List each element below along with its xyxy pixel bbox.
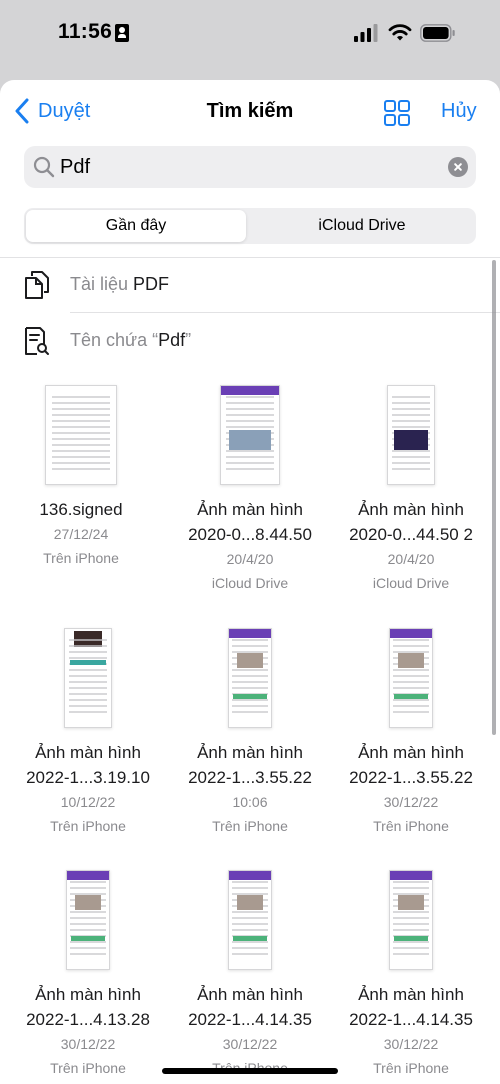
file-thumbnail bbox=[387, 385, 435, 485]
file-thumbnail bbox=[45, 385, 117, 485]
suggestion-keyword: Pdf bbox=[158, 330, 186, 350]
document-search-icon bbox=[25, 327, 49, 355]
home-indicator[interactable] bbox=[162, 1068, 338, 1074]
file-location: Trên iPhone bbox=[373, 1060, 449, 1076]
search-input[interactable] bbox=[60, 150, 430, 184]
status-bar: 11:56 bbox=[0, 0, 500, 70]
suggestion-name-contains[interactable]: Tên chứa “Pdf” bbox=[0, 314, 500, 368]
file-name: Ảnh màn hình bbox=[197, 985, 303, 1004]
clear-search-icon[interactable] bbox=[448, 157, 468, 177]
contact-card-icon bbox=[115, 24, 129, 42]
scrollbar[interactable] bbox=[492, 260, 496, 735]
navigation-bar: Duyệt Tìm kiếm Hủy bbox=[0, 80, 500, 144]
file-date: 30/12/22 bbox=[383, 794, 439, 810]
back-label: Duyệt bbox=[38, 99, 91, 122]
file-thumbnail bbox=[389, 870, 433, 970]
search-sheet: Duyệt Tìm kiếm Hủy Gần đây iCloud Drive … bbox=[0, 80, 500, 1084]
file-name: 136.signed bbox=[39, 500, 123, 519]
suggestion-suffix: ” bbox=[185, 330, 192, 350]
file-name-line2: 2022-1...3.19.10 bbox=[26, 768, 150, 787]
file-item[interactable]: Ảnh màn hình 2020-0...8.44.50 20/4/20 iC… bbox=[169, 385, 331, 595]
file-location: Trên iPhone bbox=[50, 1060, 126, 1076]
file-item[interactable]: Ảnh màn hình 2022-1...3.55.22 30/12/22 T… bbox=[330, 628, 492, 838]
file-date: 27/12/24 bbox=[53, 526, 109, 542]
file-location: iCloud Drive bbox=[211, 575, 289, 591]
file-date: 10:06 bbox=[232, 794, 268, 810]
file-thumbnail bbox=[389, 628, 433, 728]
file-location: Trên iPhone bbox=[212, 818, 288, 834]
file-name: Ảnh màn hình bbox=[358, 985, 464, 1004]
scope-segmented-control: Gần đây iCloud Drive bbox=[24, 208, 476, 244]
file-location: Trên iPhone bbox=[373, 818, 449, 834]
cancel-button[interactable]: Hủy bbox=[441, 100, 477, 123]
grid-view-icon[interactable] bbox=[384, 100, 410, 126]
file-thumbnail bbox=[220, 385, 280, 485]
suggestion-prefix: Tài liệu bbox=[70, 274, 134, 294]
file-item[interactable]: 136.signed 27/12/24 Trên iPhone bbox=[0, 385, 162, 570]
file-name-line2: 2022-1...4.14.35 bbox=[349, 1010, 473, 1029]
file-item[interactable]: Ảnh màn hình 2022-1...4.14.35 30/12/22 T… bbox=[169, 870, 331, 1080]
file-date: 20/4/20 bbox=[387, 551, 435, 567]
battery-icon bbox=[420, 24, 455, 42]
file-thumbnail bbox=[228, 628, 272, 728]
chevron-left-icon bbox=[15, 98, 29, 124]
file-item[interactable]: Ảnh màn hình 2022-1...4.13.28 30/12/22 T… bbox=[7, 870, 169, 1080]
file-location: Trên iPhone bbox=[43, 550, 119, 566]
file-item[interactable]: Ảnh màn hình 2020-0...44.50 2 20/4/20 iC… bbox=[330, 385, 492, 595]
file-name: Ảnh màn hình bbox=[35, 743, 141, 762]
file-name: Ảnh màn hình bbox=[358, 743, 464, 762]
segment-recent[interactable]: Gần đây bbox=[26, 210, 246, 242]
file-date: 30/12/22 bbox=[222, 1036, 278, 1052]
file-location: Trên iPhone bbox=[50, 818, 126, 834]
file-name: Ảnh màn hình bbox=[35, 985, 141, 1004]
file-location: iCloud Drive bbox=[372, 575, 450, 591]
suggestion-keyword: PDF bbox=[133, 274, 170, 294]
divider bbox=[70, 312, 500, 313]
file-name-line2: 2020-0...44.50 2 bbox=[349, 525, 473, 544]
segment-icloud-drive[interactable]: iCloud Drive bbox=[250, 210, 474, 242]
file-date: 10/12/22 bbox=[60, 794, 116, 810]
file-name-line2: 2020-0...8.44.50 bbox=[188, 525, 312, 544]
file-date: 30/12/22 bbox=[60, 1036, 116, 1052]
file-thumbnail bbox=[64, 628, 112, 728]
status-time: 11:56 bbox=[58, 20, 113, 43]
file-date: 30/12/22 bbox=[383, 1036, 439, 1052]
suggestion-pdf-documents[interactable]: Tài liệu PDF bbox=[0, 258, 500, 312]
file-name-line2: 2022-1...4.14.35 bbox=[188, 1010, 312, 1029]
back-button[interactable]: Duyệt bbox=[14, 98, 90, 124]
file-item[interactable]: Ảnh màn hình 2022-1...4.14.35 30/12/22 T… bbox=[330, 870, 492, 1080]
documents-icon bbox=[25, 271, 49, 299]
cellular-signal-icon bbox=[354, 24, 378, 42]
file-date: 20/4/20 bbox=[226, 551, 274, 567]
file-item[interactable]: Ảnh màn hình 2022-1...3.55.22 10:06 Trên… bbox=[169, 628, 331, 838]
file-name-line2: 2022-1...3.55.22 bbox=[188, 768, 312, 787]
file-name: Ảnh màn hình bbox=[197, 743, 303, 762]
file-name: Ảnh màn hình bbox=[197, 500, 303, 519]
wifi-icon bbox=[388, 24, 412, 41]
file-name: Ảnh màn hình bbox=[358, 500, 464, 519]
file-thumbnail bbox=[66, 870, 110, 970]
suggestion-prefix: Tên chứa “ bbox=[70, 330, 159, 350]
file-item[interactable]: Ảnh màn hình 2022-1...3.19.10 10/12/22 T… bbox=[7, 628, 169, 838]
search-field[interactable] bbox=[24, 146, 476, 188]
search-icon bbox=[33, 156, 55, 178]
file-name-line2: 2022-1...4.13.28 bbox=[26, 1010, 150, 1029]
file-name-line2: 2022-1...3.55.22 bbox=[349, 768, 473, 787]
file-thumbnail bbox=[228, 870, 272, 970]
